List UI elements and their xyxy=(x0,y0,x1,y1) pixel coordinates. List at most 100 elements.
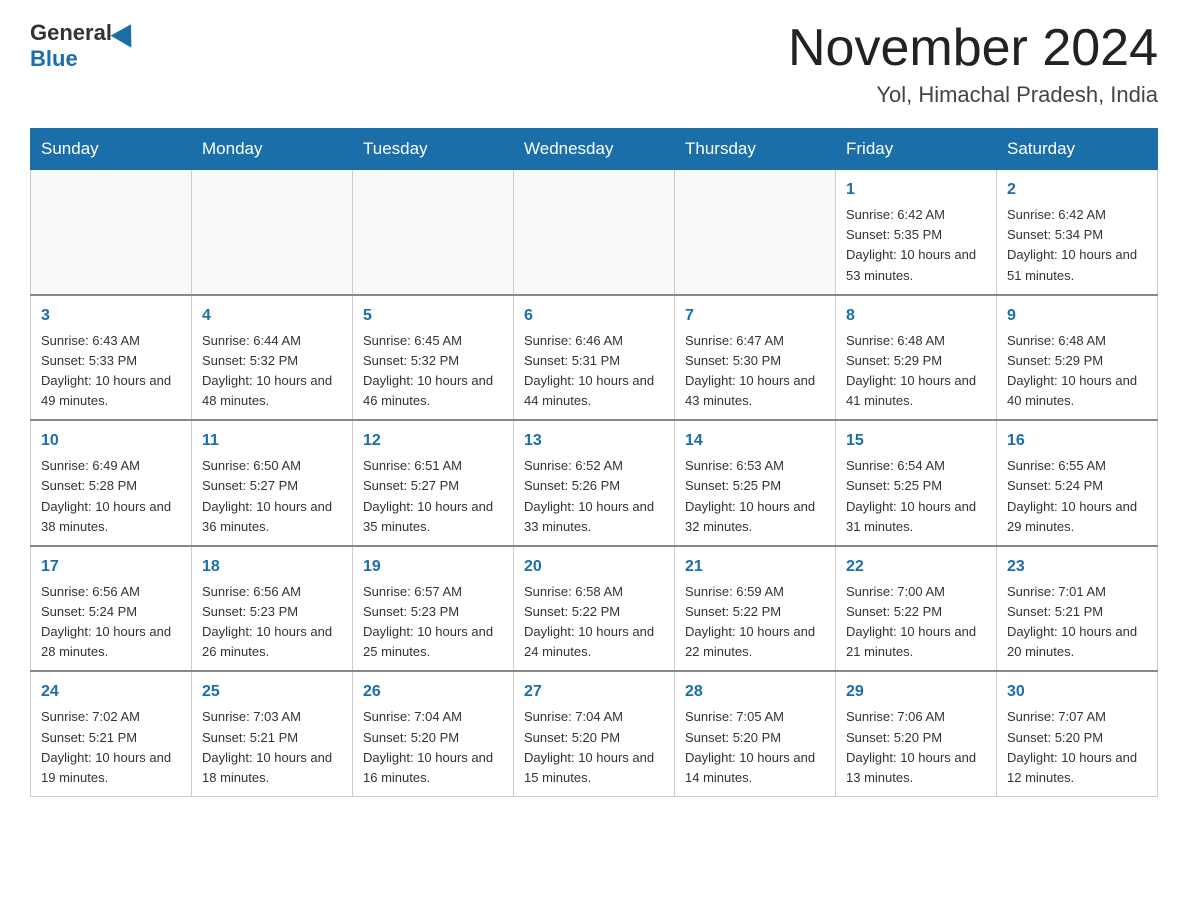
day-info: Sunrise: 6:42 AM Sunset: 5:34 PM Dayligh… xyxy=(1007,205,1147,286)
day-number: 23 xyxy=(1007,555,1147,579)
day-info: Sunrise: 6:49 AM Sunset: 5:28 PM Dayligh… xyxy=(41,456,181,537)
day-number: 6 xyxy=(524,304,664,328)
day-info: Sunrise: 6:50 AM Sunset: 5:27 PM Dayligh… xyxy=(202,456,342,537)
day-number: 26 xyxy=(363,680,503,704)
day-info: Sunrise: 6:52 AM Sunset: 5:26 PM Dayligh… xyxy=(524,456,664,537)
day-info: Sunrise: 6:57 AM Sunset: 5:23 PM Dayligh… xyxy=(363,582,503,663)
location-title: Yol, Himachal Pradesh, India xyxy=(788,82,1158,108)
day-number: 20 xyxy=(524,555,664,579)
day-number: 21 xyxy=(685,555,825,579)
day-number: 3 xyxy=(41,304,181,328)
day-info: Sunrise: 6:54 AM Sunset: 5:25 PM Dayligh… xyxy=(846,456,986,537)
logo-triangle-icon xyxy=(111,18,142,47)
day-number: 25 xyxy=(202,680,342,704)
calendar-week-row: 10 Sunrise: 6:49 AM Sunset: 5:28 PM Dayli… xyxy=(31,420,1158,546)
day-info: Sunrise: 7:04 AM Sunset: 5:20 PM Dayligh… xyxy=(363,707,503,788)
day-number: 5 xyxy=(363,304,503,328)
day-info: Sunrise: 6:53 AM Sunset: 5:25 PM Dayligh… xyxy=(685,456,825,537)
day-info: Sunrise: 6:51 AM Sunset: 5:27 PM Dayligh… xyxy=(363,456,503,537)
day-number: 15 xyxy=(846,429,986,453)
calendar-week-row: 3 Sunrise: 6:43 AM Sunset: 5:33 PM Daylig… xyxy=(31,295,1158,421)
day-number: 24 xyxy=(41,680,181,704)
day-number: 28 xyxy=(685,680,825,704)
day-info: Sunrise: 6:48 AM Sunset: 5:29 PM Dayligh… xyxy=(1007,331,1147,412)
table-row: 10 Sunrise: 6:49 AM Sunset: 5:28 PM Dayli… xyxy=(31,420,192,546)
day-info: Sunrise: 7:04 AM Sunset: 5:20 PM Dayligh… xyxy=(524,707,664,788)
month-title: November 2024 xyxy=(788,20,1158,77)
day-number: 14 xyxy=(685,429,825,453)
table-row: 2 Sunrise: 6:42 AM Sunset: 5:34 PM Daylig… xyxy=(997,170,1158,295)
day-info: Sunrise: 6:48 AM Sunset: 5:29 PM Dayligh… xyxy=(846,331,986,412)
day-info: Sunrise: 7:01 AM Sunset: 5:21 PM Dayligh… xyxy=(1007,582,1147,663)
day-info: Sunrise: 6:58 AM Sunset: 5:22 PM Dayligh… xyxy=(524,582,664,663)
table-row: 29Sunrise: 7:06 AM Sunset: 5:20 PM Dayli… xyxy=(836,671,997,796)
day-info: Sunrise: 7:03 AM Sunset: 5:21 PM Dayligh… xyxy=(202,707,342,788)
table-row: 4 Sunrise: 6:44 AM Sunset: 5:32 PM Daylig… xyxy=(192,295,353,421)
day-number: 2 xyxy=(1007,178,1147,202)
table-row: 21 Sunrise: 6:59 AM Sunset: 5:22 PM Dayli… xyxy=(675,546,836,672)
col-sunday: Sunday xyxy=(31,129,192,170)
table-row: 1 Sunrise: 6:42 AM Sunset: 5:35 PM Daylig… xyxy=(836,170,997,295)
table-row: 28 Sunrise: 7:05 AM Sunset: 5:20 PM Dayli… xyxy=(675,671,836,796)
day-info: Sunrise: 6:42 AM Sunset: 5:35 PM Dayligh… xyxy=(846,205,986,286)
day-number: 9 xyxy=(1007,304,1147,328)
day-info: Sunrise: 7:07 AM Sunset: 5:20 PM Dayligh… xyxy=(1007,707,1147,788)
logo-blue-text: Blue xyxy=(30,46,78,72)
day-number: 18 xyxy=(202,555,342,579)
table-row xyxy=(353,170,514,295)
day-number: 4 xyxy=(202,304,342,328)
calendar-week-row: 24Sunrise: 7:02 AM Sunset: 5:21 PM Dayli… xyxy=(31,671,1158,796)
col-monday: Monday xyxy=(192,129,353,170)
table-row: 6Sunrise: 6:46 AM Sunset: 5:31 PM Daylig… xyxy=(514,295,675,421)
col-saturday: Saturday xyxy=(997,129,1158,170)
day-number: 29 xyxy=(846,680,986,704)
calendar-week-row: 1 Sunrise: 6:42 AM Sunset: 5:35 PM Daylig… xyxy=(31,170,1158,295)
table-row: 11Sunrise: 6:50 AM Sunset: 5:27 PM Dayli… xyxy=(192,420,353,546)
day-info: Sunrise: 7:00 AM Sunset: 5:22 PM Dayligh… xyxy=(846,582,986,663)
col-thursday: Thursday xyxy=(675,129,836,170)
table-row: 19 Sunrise: 6:57 AM Sunset: 5:23 PM Dayli… xyxy=(353,546,514,672)
table-row: 5Sunrise: 6:45 AM Sunset: 5:32 PM Daylig… xyxy=(353,295,514,421)
day-info: Sunrise: 6:56 AM Sunset: 5:24 PM Dayligh… xyxy=(41,582,181,663)
table-row: 17Sunrise: 6:56 AM Sunset: 5:24 PM Dayli… xyxy=(31,546,192,672)
table-row: 23 Sunrise: 7:01 AM Sunset: 5:21 PM Dayli… xyxy=(997,546,1158,672)
table-row: 26 Sunrise: 7:04 AM Sunset: 5:20 PM Dayli… xyxy=(353,671,514,796)
day-number: 8 xyxy=(846,304,986,328)
table-row: 15 Sunrise: 6:54 AM Sunset: 5:25 PM Dayli… xyxy=(836,420,997,546)
table-row: 30Sunrise: 7:07 AM Sunset: 5:20 PM Dayli… xyxy=(997,671,1158,796)
table-row: 7 Sunrise: 6:47 AM Sunset: 5:30 PM Daylig… xyxy=(675,295,836,421)
logo: General Blue xyxy=(30,20,140,72)
day-number: 1 xyxy=(846,178,986,202)
table-row: 27 Sunrise: 7:04 AM Sunset: 5:20 PM Dayli… xyxy=(514,671,675,796)
table-row xyxy=(675,170,836,295)
col-wednesday: Wednesday xyxy=(514,129,675,170)
day-number: 13 xyxy=(524,429,664,453)
day-number: 19 xyxy=(363,555,503,579)
table-row: 24Sunrise: 7:02 AM Sunset: 5:21 PM Dayli… xyxy=(31,671,192,796)
day-info: Sunrise: 6:43 AM Sunset: 5:33 PM Dayligh… xyxy=(41,331,181,412)
table-row: 20 Sunrise: 6:58 AM Sunset: 5:22 PM Dayli… xyxy=(514,546,675,672)
day-info: Sunrise: 6:55 AM Sunset: 5:24 PM Dayligh… xyxy=(1007,456,1147,537)
day-number: 27 xyxy=(524,680,664,704)
table-row: 16Sunrise: 6:55 AM Sunset: 5:24 PM Dayli… xyxy=(997,420,1158,546)
day-info: Sunrise: 6:56 AM Sunset: 5:23 PM Dayligh… xyxy=(202,582,342,663)
calendar-table: Sunday Monday Tuesday Wednesday Thursday… xyxy=(30,128,1158,797)
day-info: Sunrise: 6:59 AM Sunset: 5:22 PM Dayligh… xyxy=(685,582,825,663)
table-row xyxy=(192,170,353,295)
table-row: 22Sunrise: 7:00 AM Sunset: 5:22 PM Dayli… xyxy=(836,546,997,672)
calendar-header-row: Sunday Monday Tuesday Wednesday Thursday… xyxy=(31,129,1158,170)
logo-general-text: General xyxy=(30,20,112,46)
col-tuesday: Tuesday xyxy=(353,129,514,170)
header: General Blue November 2024 Yol, Himachal… xyxy=(30,20,1158,108)
day-info: Sunrise: 6:44 AM Sunset: 5:32 PM Dayligh… xyxy=(202,331,342,412)
table-row: 13 Sunrise: 6:52 AM Sunset: 5:26 PM Dayli… xyxy=(514,420,675,546)
table-row xyxy=(514,170,675,295)
day-info: Sunrise: 6:47 AM Sunset: 5:30 PM Dayligh… xyxy=(685,331,825,412)
calendar-week-row: 17Sunrise: 6:56 AM Sunset: 5:24 PM Dayli… xyxy=(31,546,1158,672)
day-number: 7 xyxy=(685,304,825,328)
day-info: Sunrise: 7:05 AM Sunset: 5:20 PM Dayligh… xyxy=(685,707,825,788)
table-row: 18 Sunrise: 6:56 AM Sunset: 5:23 PM Dayli… xyxy=(192,546,353,672)
day-number: 10 xyxy=(41,429,181,453)
table-row: 9 Sunrise: 6:48 AM Sunset: 5:29 PM Daylig… xyxy=(997,295,1158,421)
table-row: 25 Sunrise: 7:03 AM Sunset: 5:21 PM Dayli… xyxy=(192,671,353,796)
